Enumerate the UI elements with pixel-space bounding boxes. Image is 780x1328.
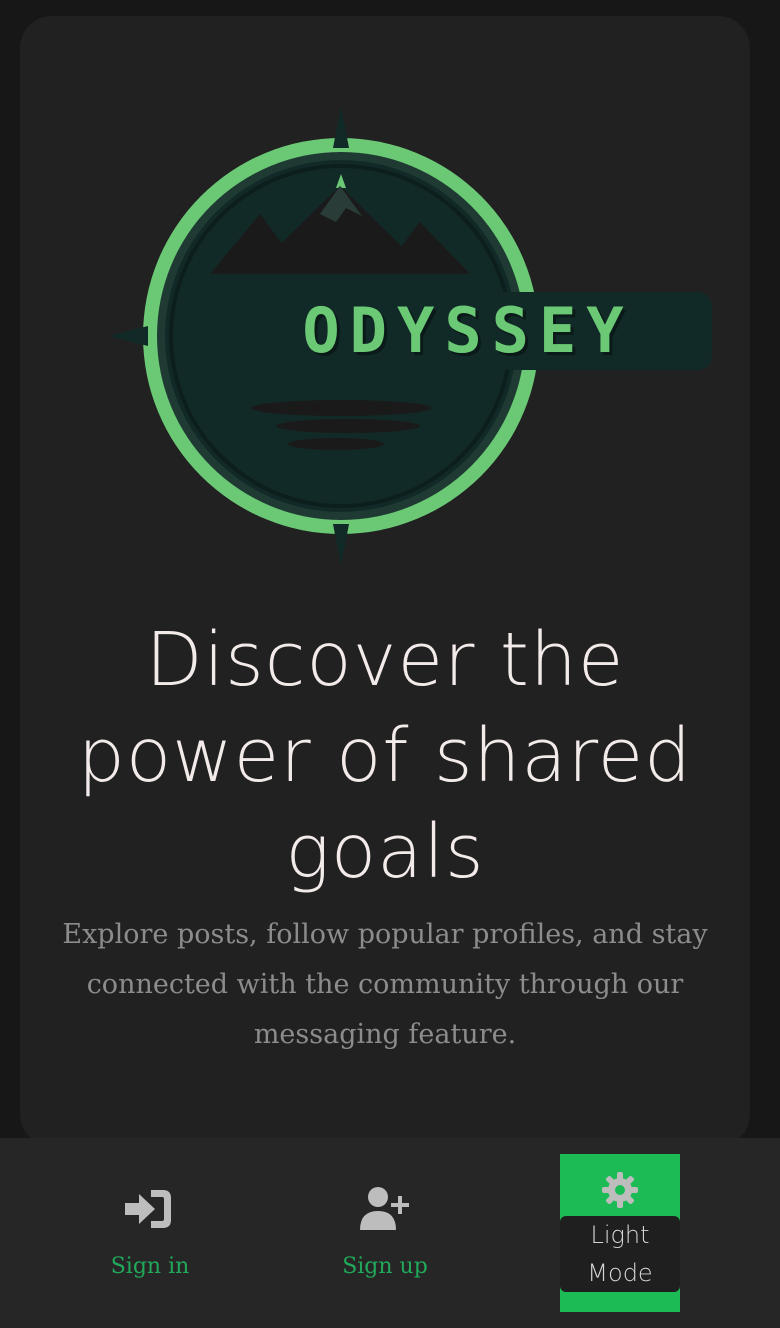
sign-in-label: Sign in (110, 1254, 190, 1279)
page-headline: Discover the power of shared goals (77, 617, 693, 895)
sign-in-button[interactable]: Sign in (50, 1138, 250, 1328)
bottom-nav: Sign in Sign up Light Mode (0, 1138, 780, 1328)
light-mode-toggle[interactable]: Light Mode (560, 1154, 680, 1312)
odyssey-logo: ODYSSEY (100, 104, 720, 574)
sign-in-icon (125, 1190, 171, 1228)
user-plus-icon (360, 1187, 409, 1230)
logo-text: ODYSSEY (302, 294, 634, 367)
sign-up-label: Sign up (342, 1254, 428, 1279)
gear-icon (602, 1172, 638, 1208)
sign-up-button[interactable]: Sign up (285, 1138, 485, 1328)
page-subtext: Explore posts, follow popular profiles, … (62, 919, 708, 1050)
light-mode-label: Light Mode (560, 1216, 680, 1292)
